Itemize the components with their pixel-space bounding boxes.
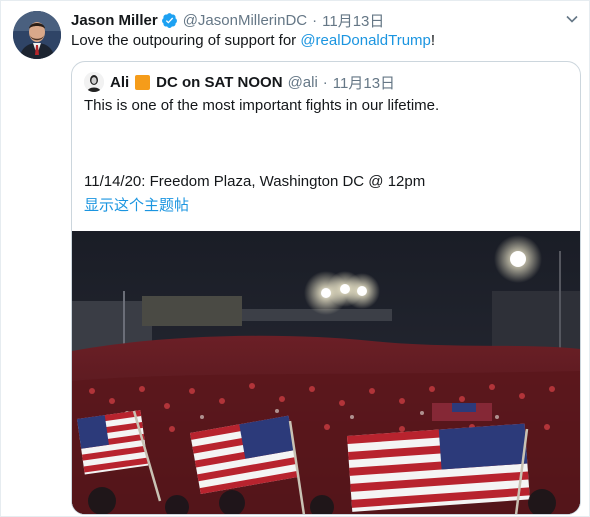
show-thread-link[interactable]: 显示这个主题帖 (84, 196, 189, 216)
quoted-author-name-suffix[interactable]: DC on SAT NOON (156, 74, 282, 91)
quoted-avatar-image (84, 72, 104, 92)
verified-badge-icon (161, 12, 177, 28)
separator-dot: · (312, 11, 318, 29)
quoted-event-line: 11/14/20: Freedom Plaza, Washington DC @… (84, 173, 426, 190)
quoted-author-name[interactable]: Ali (110, 74, 129, 91)
quoted-tweet-header: Ali DC on SAT NOON @ali · 11月13日 (84, 72, 395, 92)
rally-crowd-video-image (72, 231, 580, 514)
tweet-text: Love the outpouring of support for @real… (71, 31, 435, 51)
quoted-media-video[interactable] (72, 231, 580, 514)
author-handle[interactable]: @JasonMillerinDC (183, 12, 307, 29)
author-name[interactable]: Jason Miller (71, 12, 158, 29)
tweet-header: Jason Miller @JasonMillerinDC · 11月13日 (71, 10, 384, 30)
orange-square-emoji-icon (135, 74, 151, 90)
tweet-text-prefix: Love the outpouring of support for (71, 32, 301, 49)
author-avatar[interactable] (13, 11, 61, 59)
mention-link[interactable]: @realDonaldTrump (300, 32, 431, 49)
quoted-separator-dot: · (322, 73, 328, 91)
quoted-tweet[interactable]: Ali DC on SAT NOON @ali · 11月13日 This is… (71, 61, 581, 515)
avatar-image (13, 11, 61, 59)
quoted-tweet-text: This is one of the most important fights… (84, 97, 440, 114)
tweet-text-suffix: ! (430, 32, 436, 49)
quoted-author-avatar[interactable] (84, 72, 104, 92)
quoted-tweet-date[interactable]: 11月13日 (333, 72, 395, 93)
tweet-date[interactable]: 11月13日 (322, 10, 384, 31)
quoted-author-handle[interactable]: @ali (288, 74, 318, 91)
chevron-down-icon[interactable] (565, 12, 579, 26)
tweet-card: Jason Miller @JasonMillerinDC · 11月13日 L… (0, 0, 590, 517)
